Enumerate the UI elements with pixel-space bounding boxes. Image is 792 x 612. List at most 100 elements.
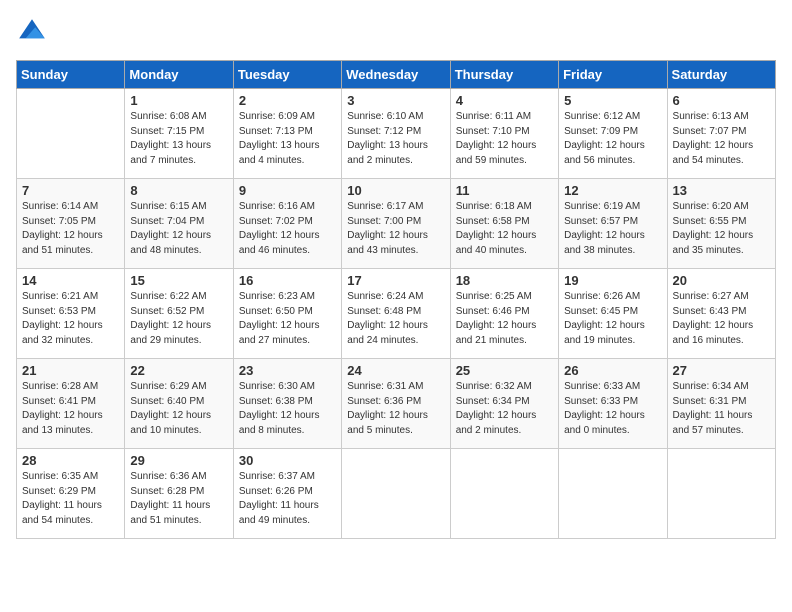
cell-info: Sunrise: 6:08 AM Sunset: 7:15 PM Dayligh… — [130, 110, 227, 168]
day-number: 3 — [347, 93, 444, 108]
cell-info: Sunrise: 6:29 AM Sunset: 6:40 PM Dayligh… — [130, 380, 227, 438]
calendar-cell: 23Sunrise: 6:30 AM Sunset: 6:38 PM Dayli… — [233, 359, 341, 449]
cell-info: Sunrise: 6:32 AM Sunset: 6:34 PM Dayligh… — [456, 380, 553, 438]
calendar-cell: 18 Sunrise: 6:25 AM Sunset: 6:46 PM Dayli… — [450, 269, 558, 359]
cell-info: Sunrise: 6:14 AM Sunset: 7:05 PM Dayligh… — [22, 200, 119, 258]
day-number: 13 — [673, 183, 770, 198]
calendar-cell: 26 Sunrise: 6:33 AM Sunset: 6:33 PM Dayli… — [559, 359, 667, 449]
calendar-cell: 5 Sunrise: 6:12 AM Sunset: 7:09 PM Daylig… — [559, 89, 667, 179]
cell-info: Sunrise: 6:31 AM Sunset: 6:36 PM Dayligh… — [347, 380, 444, 438]
day-number: 1 — [130, 93, 227, 108]
col-header-wednesday: Wednesday — [342, 61, 450, 89]
cell-info: Sunrise: 6:18 AM Sunset: 6:58 PM Dayligh… — [456, 200, 553, 258]
calendar-cell: 14 Sunrise: 6:21 AM Sunset: 6:53 PM Dayli… — [17, 269, 125, 359]
cell-info: Sunrise: 6:11 AM Sunset: 7:10 PM Dayligh… — [456, 110, 553, 168]
col-header-monday: Monday — [125, 61, 233, 89]
calendar-cell: 12 Sunrise: 6:19 AM Sunset: 6:57 PM Dayli… — [559, 179, 667, 269]
day-number: 19 — [564, 273, 661, 288]
calendar-cell: 30 Sunrise: 6:37 AM Sunset: 6:26 PM Dayli… — [233, 449, 341, 539]
calendar-week-4: 21Sunrise: 6:28 AM Sunset: 6:41 PM Dayli… — [17, 359, 776, 449]
cell-info: Sunrise: 6:15 AM Sunset: 7:04 PM Dayligh… — [130, 200, 227, 258]
day-number: 12 — [564, 183, 661, 198]
cell-info: Sunrise: 6:27 AM Sunset: 6:43 PM Dayligh… — [673, 290, 770, 348]
header — [16, 16, 776, 48]
day-number: 16 — [239, 273, 336, 288]
cell-info: Sunrise: 6:36 AM Sunset: 6:28 PM Dayligh… — [130, 470, 227, 528]
cell-info: Sunrise: 6:34 AM Sunset: 6:31 PM Dayligh… — [673, 380, 770, 438]
calendar-week-1: 1 Sunrise: 6:08 AM Sunset: 7:15 PM Daylig… — [17, 89, 776, 179]
cell-info: Sunrise: 6:25 AM Sunset: 6:46 PM Dayligh… — [456, 290, 553, 348]
cell-info: Sunrise: 6:35 AM Sunset: 6:29 PM Dayligh… — [22, 470, 119, 528]
day-number: 4 — [456, 93, 553, 108]
calendar-cell: 29 Sunrise: 6:36 AM Sunset: 6:28 PM Dayli… — [125, 449, 233, 539]
day-number: 10 — [347, 183, 444, 198]
day-number: 26 — [564, 363, 661, 378]
calendar-cell — [342, 449, 450, 539]
calendar-cell: 27 Sunrise: 6:34 AM Sunset: 6:31 PM Dayli… — [667, 359, 775, 449]
cell-info: Sunrise: 6:37 AM Sunset: 6:26 PM Dayligh… — [239, 470, 336, 528]
day-number: 14 — [22, 273, 119, 288]
day-number: 7 — [22, 183, 119, 198]
day-number: 2 — [239, 93, 336, 108]
cell-info: Sunrise: 6:28 AM Sunset: 6:41 PM Dayligh… — [22, 380, 119, 438]
cell-info: Sunrise: 6:19 AM Sunset: 6:57 PM Dayligh… — [564, 200, 661, 258]
logo-icon — [16, 16, 48, 48]
cell-info: Sunrise: 6:20 AM Sunset: 6:55 PM Dayligh… — [673, 200, 770, 258]
calendar-cell: 16 Sunrise: 6:23 AM Sunset: 6:50 PM Dayli… — [233, 269, 341, 359]
cell-info: Sunrise: 6:23 AM Sunset: 6:50 PM Dayligh… — [239, 290, 336, 348]
calendar-cell — [667, 449, 775, 539]
day-number: 30 — [239, 453, 336, 468]
cell-info: Sunrise: 6:26 AM Sunset: 6:45 PM Dayligh… — [564, 290, 661, 348]
day-number: 24 — [347, 363, 444, 378]
cell-info: Sunrise: 6:21 AM Sunset: 6:53 PM Dayligh… — [22, 290, 119, 348]
col-header-friday: Friday — [559, 61, 667, 89]
calendar-cell — [450, 449, 558, 539]
calendar-cell: 17Sunrise: 6:24 AM Sunset: 6:48 PM Dayli… — [342, 269, 450, 359]
cell-info: Sunrise: 6:33 AM Sunset: 6:33 PM Dayligh… — [564, 380, 661, 438]
calendar-cell: 13 Sunrise: 6:20 AM Sunset: 6:55 PM Dayli… — [667, 179, 775, 269]
calendar-week-3: 14 Sunrise: 6:21 AM Sunset: 6:53 PM Dayli… — [17, 269, 776, 359]
calendar-cell: 22Sunrise: 6:29 AM Sunset: 6:40 PM Dayli… — [125, 359, 233, 449]
cell-info: Sunrise: 6:13 AM Sunset: 7:07 PM Dayligh… — [673, 110, 770, 168]
calendar-cell: 24 Sunrise: 6:31 AM Sunset: 6:36 PM Dayli… — [342, 359, 450, 449]
calendar-cell: 2Sunrise: 6:09 AM Sunset: 7:13 PM Daylig… — [233, 89, 341, 179]
calendar-cell: 20 Sunrise: 6:27 AM Sunset: 6:43 PM Dayli… — [667, 269, 775, 359]
cell-info: Sunrise: 6:22 AM Sunset: 6:52 PM Dayligh… — [130, 290, 227, 348]
cell-info: Sunrise: 6:17 AM Sunset: 7:00 PM Dayligh… — [347, 200, 444, 258]
day-number: 5 — [564, 93, 661, 108]
day-number: 15 — [130, 273, 227, 288]
calendar-cell: 3Sunrise: 6:10 AM Sunset: 7:12 PM Daylig… — [342, 89, 450, 179]
day-number: 25 — [456, 363, 553, 378]
cell-info: Sunrise: 6:24 AM Sunset: 6:48 PM Dayligh… — [347, 290, 444, 348]
col-header-sunday: Sunday — [17, 61, 125, 89]
day-number: 28 — [22, 453, 119, 468]
calendar-cell: 21Sunrise: 6:28 AM Sunset: 6:41 PM Dayli… — [17, 359, 125, 449]
logo — [16, 16, 54, 48]
calendar-week-2: 7 Sunrise: 6:14 AM Sunset: 7:05 PM Daylig… — [17, 179, 776, 269]
calendar-cell: 25 Sunrise: 6:32 AM Sunset: 6:34 PM Dayli… — [450, 359, 558, 449]
calendar-cell: 28 Sunrise: 6:35 AM Sunset: 6:29 PM Dayli… — [17, 449, 125, 539]
day-number: 18 — [456, 273, 553, 288]
col-header-saturday: Saturday — [667, 61, 775, 89]
calendar-cell: 8 Sunrise: 6:15 AM Sunset: 7:04 PM Daylig… — [125, 179, 233, 269]
col-header-thursday: Thursday — [450, 61, 558, 89]
calendar-cell: 1 Sunrise: 6:08 AM Sunset: 7:15 PM Daylig… — [125, 89, 233, 179]
calendar-cell: 9 Sunrise: 6:16 AM Sunset: 7:02 PM Daylig… — [233, 179, 341, 269]
day-number: 8 — [130, 183, 227, 198]
day-number: 27 — [673, 363, 770, 378]
col-header-tuesday: Tuesday — [233, 61, 341, 89]
cell-info: Sunrise: 6:12 AM Sunset: 7:09 PM Dayligh… — [564, 110, 661, 168]
calendar-cell — [17, 89, 125, 179]
cell-info: Sunrise: 6:16 AM Sunset: 7:02 PM Dayligh… — [239, 200, 336, 258]
calendar-cell: 19 Sunrise: 6:26 AM Sunset: 6:45 PM Dayli… — [559, 269, 667, 359]
calendar-cell: 15 Sunrise: 6:22 AM Sunset: 6:52 PM Dayli… — [125, 269, 233, 359]
day-number: 20 — [673, 273, 770, 288]
calendar-cell: 10 Sunrise: 6:17 AM Sunset: 7:00 PM Dayli… — [342, 179, 450, 269]
cell-info: Sunrise: 6:30 AM Sunset: 6:38 PM Dayligh… — [239, 380, 336, 438]
calendar-cell: 4 Sunrise: 6:11 AM Sunset: 7:10 PM Daylig… — [450, 89, 558, 179]
calendar-cell — [559, 449, 667, 539]
day-number: 29 — [130, 453, 227, 468]
calendar-week-5: 28 Sunrise: 6:35 AM Sunset: 6:29 PM Dayli… — [17, 449, 776, 539]
calendar-cell: 7 Sunrise: 6:14 AM Sunset: 7:05 PM Daylig… — [17, 179, 125, 269]
day-number: 9 — [239, 183, 336, 198]
